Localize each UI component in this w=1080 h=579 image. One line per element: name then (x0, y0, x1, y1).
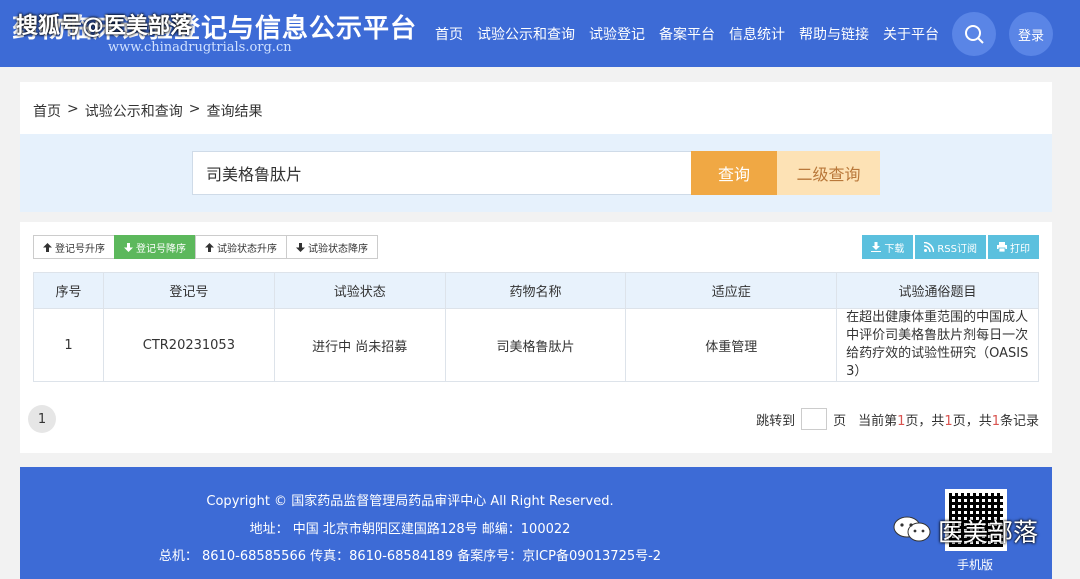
cell-regno[interactable]: CTR20231053 (102, 308, 275, 382)
sort-label: 登记号降序 (136, 243, 186, 255)
footer-contact: 总机： 8610-68585566 传真：8610-68584189 备案序号：… (158, 549, 662, 564)
tool-label: 打印 (1010, 243, 1030, 255)
tool-label: RSS订阅 (937, 243, 977, 255)
cell-status: 进行中 尚未招募 (273, 308, 446, 382)
arrow-up-icon (205, 242, 214, 252)
header-search-button[interactable] (952, 12, 996, 56)
jump-page-input[interactable] (801, 408, 828, 430)
pager-summary: 当前第1页，共1页，共1条记录 (858, 410, 1039, 429)
current-prefix: 当前第 (858, 413, 898, 429)
tool-label: 下载 (884, 243, 905, 255)
arrow-up-icon (43, 242, 52, 252)
records-suffix: 条记录 (999, 413, 1039, 429)
sort-status-asc-button[interactable]: 试验状态升序 (195, 235, 287, 259)
cell-title[interactable]: 在超出健康体重范围的中国成人中评价司美格鲁肽片剂每日一次给药疗效的试验性研究（O… (836, 308, 1039, 382)
sort-regno-asc-button[interactable]: 登记号升序 (33, 235, 115, 259)
search-panel: 司美格鲁肽片 查询 二级查询 (20, 134, 1052, 212)
results-panel: 登记号升序 登记号降序 试验状态升序 试验状态降序 下载 RSS订阅 打印 序号… (20, 222, 1052, 453)
nav-home[interactable]: 首页 (428, 24, 470, 44)
rss-button[interactable]: RSS订阅 (915, 235, 986, 259)
arrow-down-icon (296, 242, 305, 252)
cell-indication: 体重管理 (625, 308, 838, 382)
search-input[interactable]: 司美格鲁肽片 (192, 151, 692, 195)
records-prefix: 页，共 (952, 413, 992, 429)
nav-trial-register[interactable]: 试验登记 (582, 24, 652, 44)
pager-info: 跳转到 页 当前第1页，共1页，共1条记录 (756, 408, 1039, 430)
sort-bar: 登记号升序 登记号降序 试验状态升序 试验状态降序 (33, 235, 378, 259)
cell-drug: 司美格鲁肽片 (444, 308, 627, 382)
nav-help[interactable]: 帮助与链接 (792, 24, 876, 44)
column-header-title: 试验通俗题目 (836, 272, 1039, 309)
main-nav: 首页 试验公示和查询 试验登记 备案平台 信息统计 帮助与链接 关于平台 (428, 24, 946, 44)
table-row[interactable]: 1 CTR20231053 进行中 尚未招募 司美格鲁肽片 体重管理 在超出健康… (33, 308, 1039, 382)
table-header-row: 序号 登记号 试验状态 药物名称 适应症 试验通俗题目 (33, 272, 1039, 309)
breadcrumb-trial-query[interactable]: 试验公示和查询 (85, 101, 183, 121)
sort-regno-desc-button[interactable]: 登记号降序 (114, 235, 196, 259)
arrow-down-icon (124, 242, 133, 252)
sort-label: 试验状态降序 (308, 243, 368, 255)
login-button[interactable]: 登录 (1009, 12, 1053, 56)
cell-index: 1 (33, 308, 104, 382)
download-icon (871, 242, 882, 252)
wechat-icon (893, 516, 931, 542)
print-button[interactable]: 打印 (988, 235, 1039, 259)
sort-label: 试验状态升序 (217, 243, 277, 255)
breadcrumb-current: 查询结果 (206, 104, 263, 120)
nav-trial-query[interactable]: 试验公示和查询 (470, 24, 582, 44)
nav-filing[interactable]: 备案平台 (652, 24, 722, 44)
advanced-query-button[interactable]: 二级查询 (777, 151, 880, 195)
records-value: 1 (991, 413, 1000, 429)
download-button[interactable]: 下载 (862, 235, 914, 259)
page-number-button[interactable]: 1 (28, 405, 56, 433)
column-header-regno: 登记号 (102, 272, 275, 309)
breadcrumb-home[interactable]: 首页 (33, 101, 61, 121)
query-button[interactable]: 查询 (691, 151, 777, 195)
wechat-label: 医美部落 (938, 518, 1039, 547)
column-header-status: 试验状态 (273, 272, 446, 309)
nav-statistics[interactable]: 信息统计 (722, 24, 792, 44)
search-icon (965, 25, 984, 44)
column-header-drug: 药物名称 (444, 272, 627, 309)
tool-bar: 下载 RSS订阅 打印 (862, 235, 1039, 259)
page-unit: 页 (833, 413, 847, 429)
footer-address: 地址： 中国 北京市朝阳区建国路128号 邮编：100022 (249, 522, 571, 537)
total-pages-value: 1 (944, 413, 953, 429)
results-table: 序号 登记号 试验状态 药物名称 适应症 试验通俗题目 1 CTR2023105… (33, 272, 1039, 382)
site-header: 药物临床试验登记与信息公示平台 www.chinadrugtrials.org.… (0, 0, 1080, 67)
site-footer: Copyright © 国家药品监督管理局药品审评中心 All Right Re… (20, 467, 1052, 579)
footer-copyright: Copyright © 国家药品监督管理局药品审评中心 All Right Re… (206, 494, 614, 509)
breadcrumb-separator: > (188, 101, 201, 117)
nav-about[interactable]: 关于平台 (876, 24, 946, 44)
sort-label: 登记号升序 (55, 243, 105, 255)
rss-icon (924, 242, 935, 252)
jump-label: 跳转到 (756, 413, 796, 429)
mobile-version-link[interactable]: 手机版 (957, 556, 993, 573)
sort-status-desc-button[interactable]: 试验状态降序 (286, 235, 378, 259)
breadcrumb-panel: 首页 > 试验公示和查询 > 查询结果 (20, 82, 1052, 134)
column-header-indication: 适应症 (625, 272, 838, 309)
total-prefix: 页，共 (905, 413, 945, 429)
site-url: www.chinadrugtrials.org.cn (108, 40, 292, 55)
watermark: 搜狐号@医美部落 (16, 14, 193, 39)
print-icon (997, 242, 1007, 252)
breadcrumb-separator: > (67, 101, 79, 117)
column-header-index: 序号 (33, 272, 104, 309)
breadcrumb: 首页 > 试验公示和查询 > 查询结果 (33, 101, 262, 121)
